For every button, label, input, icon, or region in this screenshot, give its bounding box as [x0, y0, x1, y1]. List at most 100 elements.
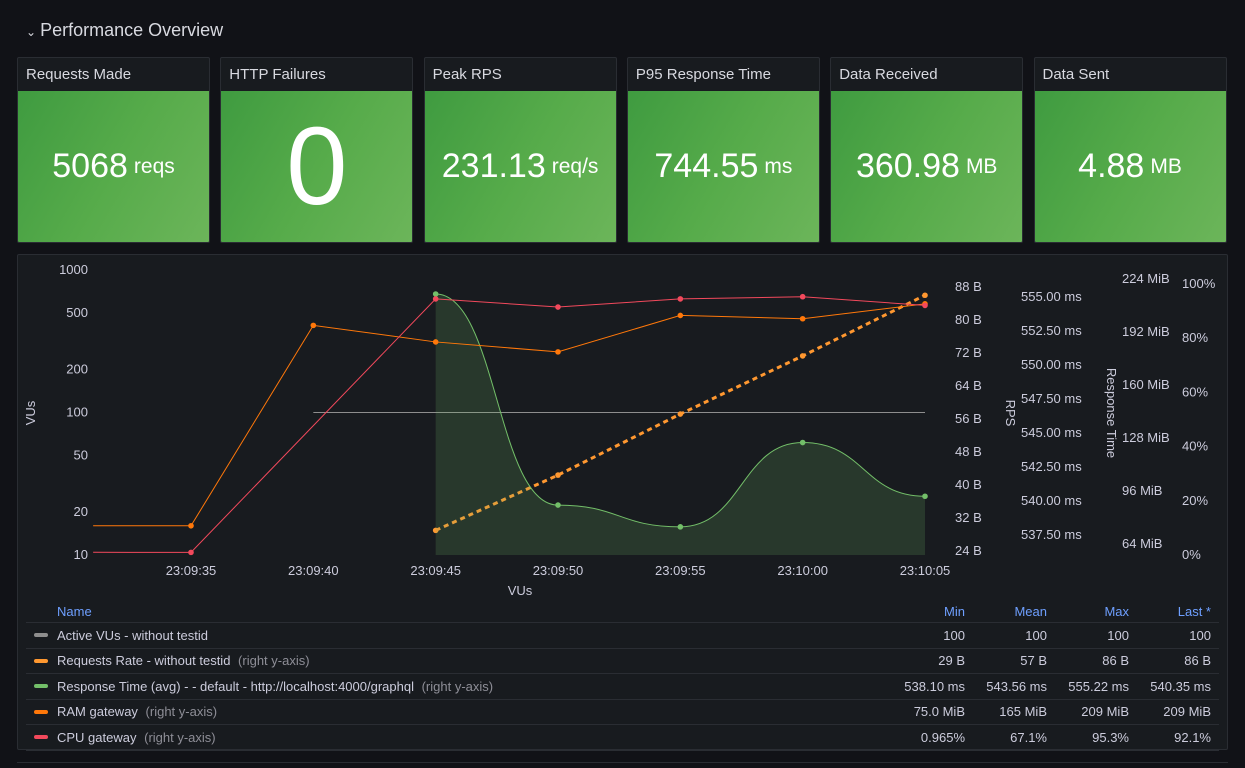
series-color-swatch [34, 709, 48, 714]
legend-col-last[interactable]: Last * [1131, 604, 1219, 619]
legend-row[interactable]: Requests Rate - without testid (right y-… [26, 649, 1219, 674]
legend-mean: 67.1% [1010, 729, 1047, 745]
legend-last: 209 MiB [1163, 704, 1211, 720]
legend-axis-note: (right y-axis) [238, 653, 310, 669]
legend-row[interactable]: Active VUs - without testid 100 100 100 … [26, 623, 1219, 649]
data-point [432, 339, 439, 345]
x-tick-label: 23:09:55 [655, 563, 706, 578]
data-point [799, 439, 806, 446]
x-tick-label: 23:09:50 [533, 563, 584, 578]
data-point [799, 315, 806, 322]
data-point [188, 522, 194, 529]
timeseries-chart[interactable]: 23:09:35 23:09:40 23:09:45 23:09:50 23:09:55… [0, 0, 1245, 600]
legend-mean: 543.56 ms [986, 678, 1047, 694]
rps-axis-tick: 40 B [955, 477, 982, 492]
response-axis-tick: 545.00 ms [1021, 425, 1082, 440]
response-axis-tick: 542.50 ms [1021, 459, 1082, 474]
data-point [432, 291, 439, 297]
legend-min: 538.10 ms [904, 678, 965, 694]
legend-series-name[interactable]: Active VUs - without testid [26, 628, 895, 643]
legend-axis-note: (right y-axis) [145, 704, 218, 720]
cpu-axis-tick: 80% [1182, 330, 1208, 345]
rps-axis-tick: 88 B [955, 279, 982, 294]
series-color-swatch [34, 735, 48, 740]
legend-col-min[interactable]: Min [895, 604, 967, 619]
legend-min: 29 B [938, 653, 965, 669]
data-point [677, 296, 684, 302]
vus-axis-tick: 200 [66, 362, 88, 377]
data-point [677, 411, 684, 417]
legend-mean: 57 B [1020, 653, 1047, 669]
ram-axis-tick: 64 MiB [1122, 536, 1162, 551]
legend-col-name[interactable]: Name [26, 604, 895, 619]
data-point [555, 472, 561, 478]
cpu-axis-tick: 40% [1182, 439, 1208, 454]
legend-axis-note: (right y-axis) [421, 678, 494, 694]
vus-axis-label: VUs [23, 400, 38, 425]
rps-axis-tick: 48 B [955, 444, 982, 459]
vus-axis-tick: 500 [66, 305, 88, 320]
series-color-swatch [34, 633, 48, 638]
x-tick-label: 23:09:35 [166, 563, 217, 578]
legend-min: 75.0 MiB [913, 704, 965, 720]
legend-row[interactable]: CPU gateway (right y-axis) 0.965% 67.1% … [26, 725, 1219, 751]
legend-series-label: Response Time (avg) - - default - http:/… [57, 678, 414, 694]
data-point [922, 302, 928, 309]
cpu-axis-tick: 60% [1182, 384, 1208, 399]
rps-axis-tick: 72 B [955, 345, 982, 360]
response-axis-tick: 555.00 ms [1021, 289, 1082, 304]
response-axis-tick: 537.50 ms [1021, 527, 1082, 542]
legend-col-mean[interactable]: Mean [967, 604, 1049, 619]
x-tick-label: 23:09:40 [288, 563, 339, 578]
ram-axis-tick: 224 MiB [1122, 271, 1170, 286]
legend-series-name[interactable]: Requests Rate - without testid (right y-… [26, 653, 895, 668]
data-point [799, 293, 806, 300]
x-axis-label: VUs [508, 583, 533, 598]
series-color-swatch [34, 658, 48, 663]
legend-series-label: CPU gateway [57, 729, 137, 745]
vus-axis-tick: 1000 [59, 262, 88, 277]
legend-last: 540.35 ms [1150, 678, 1211, 694]
response-axis-tick: 550.00 ms [1021, 357, 1082, 372]
vus-axis-tick: 100 [66, 405, 88, 420]
cpu-axis-tick: 0% [1182, 547, 1201, 562]
next-panel-edge [17, 762, 1228, 768]
ram-axis-tick: 160 MiB [1122, 377, 1170, 392]
vus-axis-tick: 10 [74, 547, 88, 562]
x-tick-label: 23:10:00 [777, 563, 828, 578]
legend-series-name[interactable]: CPU gateway (right y-axis) [26, 730, 895, 745]
data-point [432, 296, 439, 302]
data-point [922, 493, 928, 500]
data-point [922, 292, 928, 299]
legend-max: 209 MiB [1081, 704, 1129, 720]
rps-axis-tick: 64 B [955, 378, 982, 393]
legend-series-name[interactable]: Response Time (avg) - - default - http:/… [26, 679, 895, 694]
legend-mean: 165 MiB [999, 704, 1047, 720]
legend-max: 95.3% [1092, 729, 1129, 745]
response-axis-tick: 547.50 ms [1021, 391, 1082, 406]
legend-last: 86 B [1184, 653, 1211, 669]
data-point [555, 502, 561, 508]
data-point [677, 524, 684, 530]
legend-mean: 100 [1025, 627, 1047, 643]
legend-series-name[interactable]: RAM gateway (right y-axis) [26, 704, 895, 719]
data-point [799, 353, 806, 359]
rps-axis-tick: 56 B [955, 411, 982, 426]
x-tick-label: 23:09:45 [410, 563, 461, 578]
legend-max: 100 [1107, 627, 1129, 643]
series-color-swatch [34, 684, 48, 689]
legend-min: 100 [943, 627, 965, 643]
legend-col-max[interactable]: Max [1049, 604, 1131, 619]
rps-axis-tick: 24 B [955, 543, 982, 558]
ram-axis-tick: 128 MiB [1122, 430, 1170, 445]
legend-max: 555.22 ms [1068, 678, 1129, 694]
x-tick-label: 23:10:05 [900, 563, 951, 578]
cpu-axis-tick: 100% [1182, 276, 1216, 291]
legend-row[interactable]: Response Time (avg) - - default - http:/… [26, 674, 1219, 700]
legend-last: 100 [1189, 627, 1211, 643]
cpu-axis-tick: 20% [1182, 493, 1208, 508]
legend-min: 0.965% [920, 729, 965, 745]
response-axis-tick: 552.50 ms [1021, 323, 1082, 338]
legend-header: Name Min Mean Max Last * [26, 600, 1219, 623]
legend-row[interactable]: RAM gateway (right y-axis) 75.0 MiB 165 … [26, 700, 1219, 725]
